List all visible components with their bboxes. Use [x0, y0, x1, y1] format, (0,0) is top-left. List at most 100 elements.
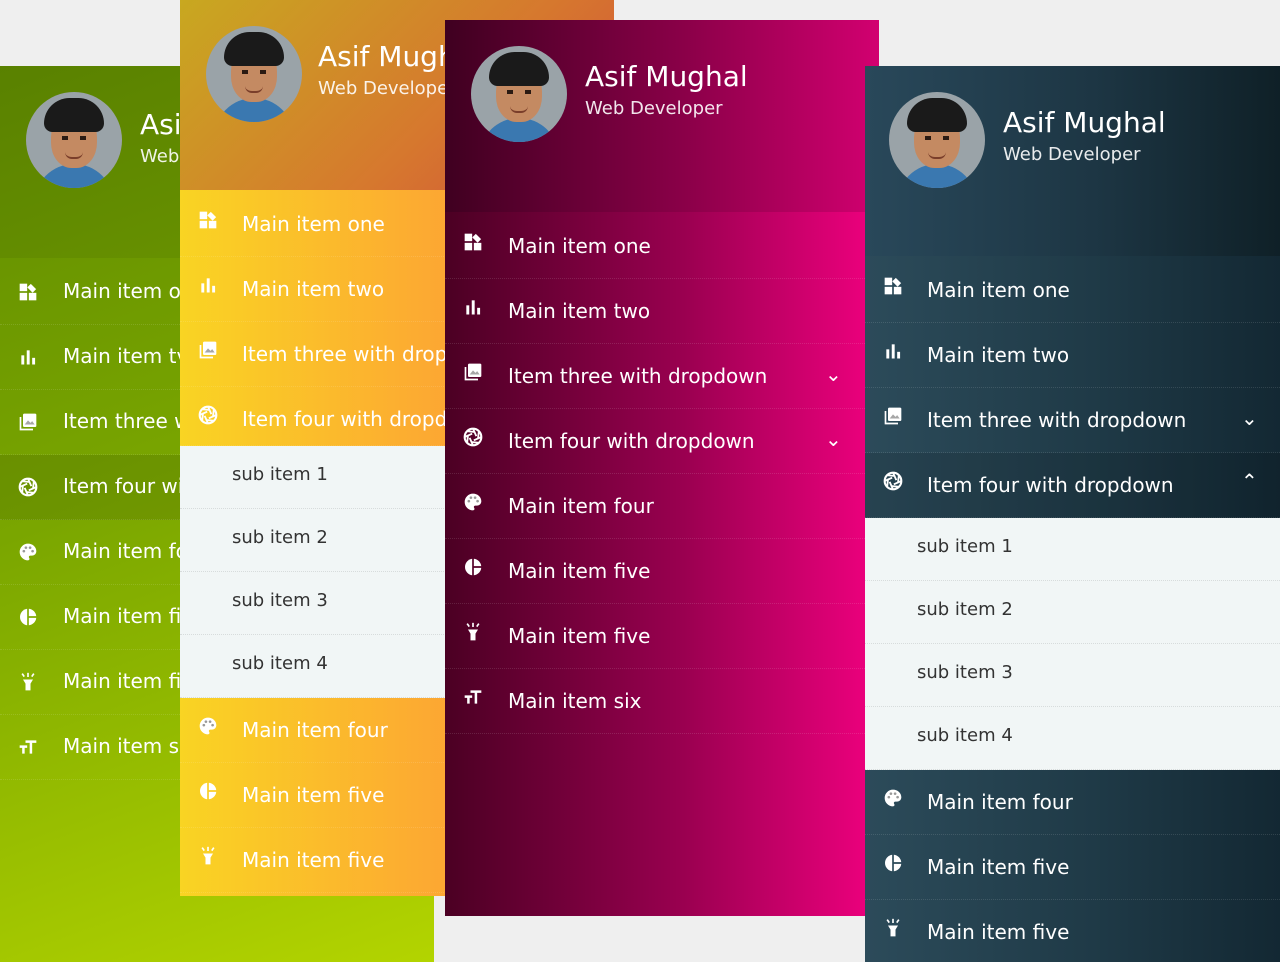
sub-item-label: sub item 4 — [232, 653, 328, 674]
pie-chart-icon — [883, 853, 903, 873]
menu-item-four[interactable]: Main item four — [865, 770, 1280, 835]
palette-icon — [463, 492, 483, 512]
menu-item-label: Item four with dropdown — [508, 429, 755, 453]
menu-item-five[interactable]: Main item five — [445, 539, 879, 604]
chevron-down-icon[interactable]: ⌄ — [825, 362, 842, 386]
aperture-icon — [463, 427, 483, 447]
sidebar-magenta: Asif Mughal Web Developer Main item one … — [445, 20, 879, 916]
menu-item-label: Main item one — [242, 212, 385, 236]
bar-chart-icon — [18, 347, 38, 367]
menu-item-label: Main item five — [508, 559, 651, 583]
image-icon — [18, 412, 38, 432]
menu-item-label: Main item five — [927, 855, 1070, 879]
menu-item-label: Item three with dropdown — [927, 408, 1187, 432]
menu-item-four[interactable]: Main item four — [445, 474, 879, 539]
menu-item-label: Main item four — [927, 790, 1073, 814]
menu-item-four-dropdown[interactable]: Item four with dropdown ⌃ — [865, 453, 1280, 518]
menu-item-label: Main item o — [63, 279, 181, 303]
avatar[interactable] — [889, 92, 985, 188]
profile-role: Web Developer — [1003, 144, 1141, 165]
profile-name: Asi — [140, 108, 182, 141]
flashlight-icon — [463, 622, 483, 642]
chevron-down-icon[interactable]: ⌄ — [1241, 406, 1258, 430]
text-size-icon — [18, 737, 38, 757]
menu-item-label: Main item two — [508, 299, 651, 323]
palette-icon — [198, 716, 218, 736]
profile-header: Asif Mughal Web Developer — [865, 66, 1280, 256]
menu-item-label: Main item five — [927, 920, 1070, 944]
sidebar-slate: Asif Mughal Web Developer Main item one … — [865, 66, 1280, 962]
flashlight-icon — [18, 672, 38, 692]
menu-item-two[interactable]: Main item two — [865, 323, 1280, 388]
pie-chart-icon — [18, 607, 38, 627]
avatar[interactable] — [471, 46, 567, 142]
menu-item-label: Item four with dropdown — [927, 473, 1174, 497]
menu-item-label: Main item si — [63, 734, 185, 758]
sub-item[interactable]: sub item 2 — [865, 581, 1280, 644]
bar-chart-icon — [463, 297, 483, 317]
profile-name: Asif Mughal — [1003, 106, 1166, 139]
aperture-icon — [883, 471, 903, 491]
profile-name: Asif Mugh — [318, 40, 456, 73]
palette-icon — [18, 542, 38, 562]
dashboard-icon — [883, 276, 903, 296]
bar-chart-icon — [883, 341, 903, 361]
menu-item-six[interactable]: Main item six — [445, 669, 879, 734]
aperture-icon — [198, 405, 218, 425]
avatar[interactable] — [206, 26, 302, 122]
sub-item-label: sub item 2 — [232, 527, 328, 548]
menu-item-label: Item three w — [63, 409, 191, 433]
menu-item-label: Main item one — [927, 278, 1070, 302]
sub-item-label: sub item 3 — [232, 590, 328, 611]
profile-role: Web Developer — [585, 98, 723, 119]
menu-item-label: Item four wi — [63, 474, 184, 498]
profile-header: Asif Mughal Web Developer — [445, 20, 879, 212]
pie-chart-icon — [463, 557, 483, 577]
flashlight-icon — [198, 846, 218, 866]
menu-item-label: Main item four — [508, 494, 654, 518]
aperture-icon — [18, 477, 38, 497]
avatar[interactable] — [26, 92, 122, 188]
menu-item-five[interactable]: Main item five — [445, 604, 879, 669]
menu-item-label: Main item fi — [63, 604, 182, 628]
dashboard-icon — [463, 232, 483, 252]
menu-item-one[interactable]: Main item one — [865, 258, 1280, 323]
menu-item-label: Item three with dropdown — [508, 364, 768, 388]
sub-item-label: sub item 4 — [917, 725, 1013, 746]
menu-item-three-dropdown[interactable]: Item three with dropdown ⌄ — [445, 344, 879, 409]
sub-item[interactable]: sub item 4 — [865, 707, 1280, 770]
profile-name: Asif Mughal — [585, 60, 748, 93]
menu-item-label: Main item six — [508, 689, 642, 713]
menu-item-five[interactable]: Main item five — [865, 835, 1280, 900]
menu-item-label: Main item five — [508, 624, 651, 648]
sub-item-label: sub item 2 — [917, 599, 1013, 620]
sub-item-label: sub item 1 — [917, 536, 1013, 557]
menu-item-four-dropdown[interactable]: Item four with dropdown ⌄ — [445, 409, 879, 474]
dashboard-icon — [18, 282, 38, 302]
sub-item-label: sub item 1 — [232, 464, 328, 485]
menu-item-one[interactable]: Main item one — [445, 214, 879, 279]
profile-role: Web Develope — [318, 78, 449, 99]
chevron-down-icon[interactable]: ⌄ — [825, 427, 842, 451]
image-icon — [883, 406, 903, 426]
text-size-icon — [463, 687, 483, 707]
pie-chart-icon — [198, 781, 218, 801]
menu-item-three-dropdown[interactable]: Item three with dropdown ⌄ — [865, 388, 1280, 453]
menu-item-label: Main item four — [242, 718, 388, 742]
menu-item-five[interactable]: Main item five — [865, 900, 1280, 962]
menu-item-label: Main item five — [242, 848, 385, 872]
flashlight-icon — [883, 918, 903, 938]
menu-item-label: Item four with dropdo — [242, 407, 460, 431]
sub-item-label: sub item 3 — [917, 662, 1013, 683]
bar-chart-icon — [198, 275, 218, 295]
image-icon — [198, 340, 218, 360]
sub-item[interactable]: sub item 3 — [865, 644, 1280, 707]
sub-item[interactable]: sub item 1 — [865, 518, 1280, 581]
chevron-up-icon[interactable]: ⌃ — [1241, 469, 1258, 493]
menu-item-label: Main item two — [927, 343, 1070, 367]
menu-item-two[interactable]: Main item two — [445, 279, 879, 344]
profile-role: Web — [140, 146, 180, 167]
menu-item-label: Main item five — [242, 783, 385, 807]
dashboard-icon — [198, 210, 218, 230]
menu-item-label: Main item tv — [63, 344, 189, 368]
